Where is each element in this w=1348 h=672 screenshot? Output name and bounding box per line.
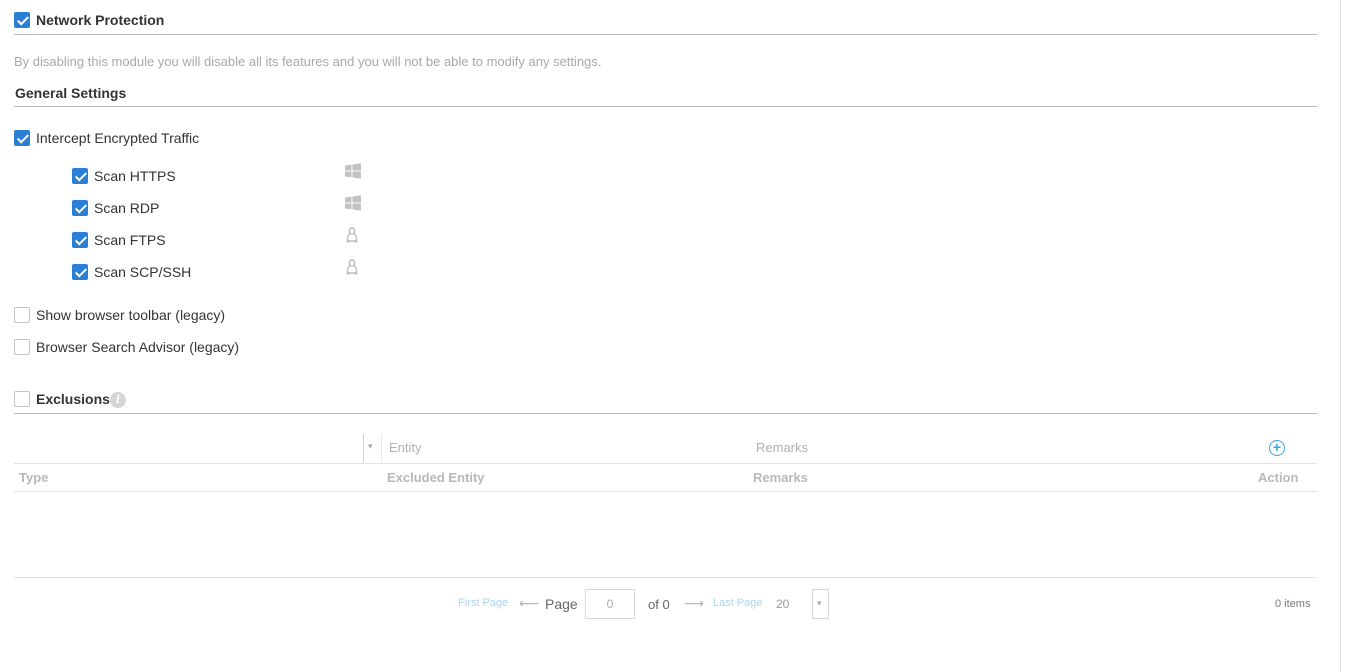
divider: [14, 413, 1317, 414]
windows-icon: [345, 195, 361, 211]
type-filter-dropdown[interactable]: [363, 434, 382, 462]
first-page-link[interactable]: First Page: [458, 597, 508, 609]
scan-rdp-label: Scan RDP: [94, 200, 160, 216]
module-title: Network Protection: [36, 12, 165, 28]
scan-scp-ssh-label: Scan SCP/SSH: [94, 264, 192, 280]
column-header-type[interactable]: Type: [19, 470, 48, 485]
exclusions-checkbox[interactable]: [14, 391, 30, 407]
scan-https-label: Scan HTTPS: [94, 168, 176, 184]
next-arrow-icon[interactable]: ⟶: [684, 595, 704, 612]
linux-icon: [346, 259, 358, 275]
section-title-general: General Settings: [15, 85, 127, 101]
column-header-excluded-entity[interactable]: Excluded Entity: [387, 470, 485, 485]
info-icon[interactable]: i: [110, 392, 126, 408]
plus-circle-icon[interactable]: +: [1269, 440, 1285, 456]
entity-filter-input[interactable]: Entity: [389, 440, 422, 455]
prev-arrow-icon[interactable]: ⟵: [519, 595, 539, 612]
windows-icon: [345, 163, 361, 179]
browser-toolbar-checkbox[interactable]: [14, 307, 30, 323]
network-protection-checkbox[interactable]: [14, 12, 30, 28]
browser-toolbar-label: Show browser toolbar (legacy): [36, 307, 226, 323]
search-advisor-label: Browser Search Advisor (legacy): [36, 339, 240, 355]
content-right-border: [1340, 0, 1341, 672]
module-description: By disabling this module you will disabl…: [14, 54, 602, 69]
search-advisor-checkbox[interactable]: [14, 339, 30, 355]
scan-https-checkbox[interactable]: [72, 168, 88, 184]
remarks-filter-input[interactable]: Remarks: [756, 440, 808, 455]
scan-ftps-label: Scan FTPS: [94, 232, 166, 248]
column-header-action: Action: [1258, 470, 1299, 485]
page-label: Page: [545, 596, 578, 612]
intercept-encrypted-label: Intercept Encrypted Traffic: [36, 130, 200, 146]
page-total: of 0: [648, 597, 670, 612]
scan-scp-ssh-checkbox[interactable]: [72, 264, 88, 280]
divider: [14, 106, 1317, 107]
intercept-encrypted-checkbox[interactable]: [14, 130, 30, 146]
scan-rdp-checkbox[interactable]: [72, 200, 88, 216]
exclusions-title: Exclusions: [36, 391, 110, 407]
page-size-dropdown[interactable]: [812, 589, 829, 619]
divider: [14, 491, 1317, 492]
divider: [14, 463, 1317, 464]
last-page-link[interactable]: Last Page: [713, 597, 763, 609]
page-size-value[interactable]: 20: [776, 597, 789, 611]
column-header-remarks[interactable]: Remarks: [753, 470, 808, 485]
scan-ftps-checkbox[interactable]: [72, 232, 88, 248]
linux-icon: [346, 227, 358, 243]
items-count: 0 items: [1275, 598, 1311, 610]
page-number-input[interactable]: 0: [585, 589, 635, 619]
divider: [14, 577, 1317, 578]
divider: [14, 34, 1317, 35]
